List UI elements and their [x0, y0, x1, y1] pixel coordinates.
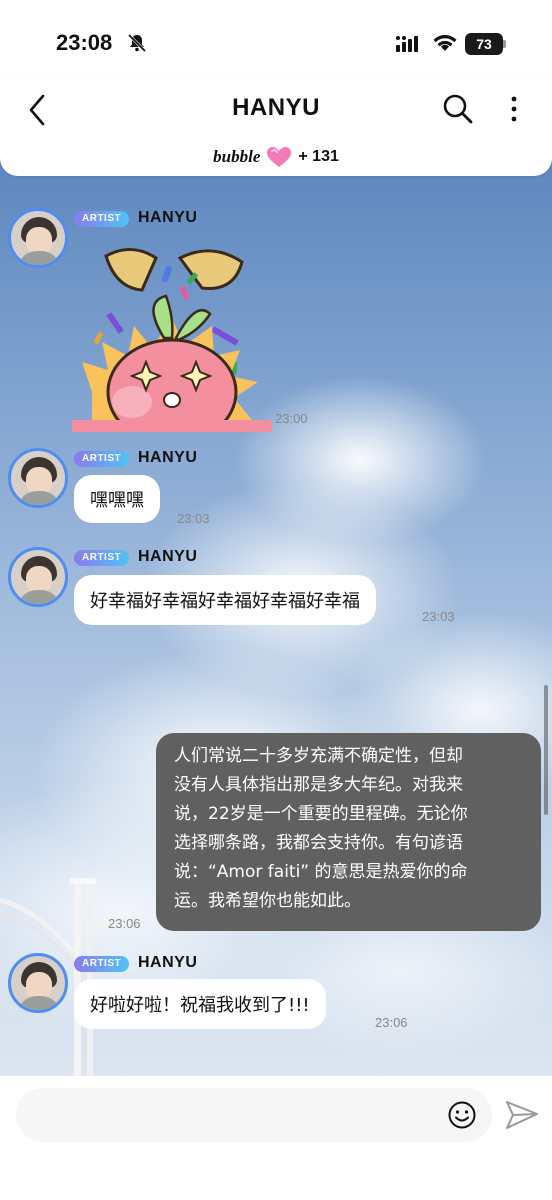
send-button[interactable]: [504, 1098, 540, 1132]
send-icon: [506, 1101, 538, 1129]
avatar[interactable]: [8, 448, 68, 508]
chat-header: HANYU bubble + 131: [0, 80, 552, 176]
more-button[interactable]: [506, 94, 522, 124]
heart-icon: [267, 147, 292, 167]
message-time: 23:00: [275, 411, 308, 426]
scrollbar[interactable]: [544, 685, 548, 815]
my-message-bubble[interactable]: 人们常说二十多岁充满不确定性，但却 没有人具体指出那是多大年纪。对我来 说，22…: [156, 733, 541, 931]
search-icon: [443, 94, 473, 124]
message-time: 23:06: [375, 1015, 408, 1030]
message-input[interactable]: [36, 1088, 436, 1142]
artist-badge: ARTIST: [74, 550, 130, 566]
message-bubble[interactable]: 嘿嘿嘿: [74, 475, 160, 523]
message-time: 23:03: [422, 609, 455, 624]
battery-indicator: 73: [465, 33, 503, 55]
status-bar: 23:08 73: [0, 0, 552, 80]
artist-badge: ARTIST: [74, 956, 130, 972]
avatar-body: [17, 590, 61, 604]
message-bubble[interactable]: 好啦好啦！祝福我收到了!!!: [74, 979, 326, 1029]
artist-badge: ARTIST: [74, 211, 130, 227]
avatar-body: [17, 491, 61, 505]
mute-bell-icon: [127, 33, 147, 57]
avatar-body: [17, 251, 61, 265]
message-time: 23:06: [108, 916, 141, 931]
chat-area[interactable]: ARTIST HANYU 23:00 ARTIST HANYU 嘿嘿嘿 23:0…: [0, 150, 552, 1076]
sender-name: HANYU: [138, 209, 198, 226]
bubble-logo: bubble: [213, 147, 261, 166]
signal-icon: [396, 34, 424, 56]
bubble-counter[interactable]: bubble + 131: [0, 146, 552, 168]
message-time: 23:03: [177, 511, 210, 526]
message-input-container[interactable]: [16, 1088, 492, 1142]
battery-tip: [503, 40, 506, 48]
avatar[interactable]: [8, 208, 68, 268]
emoji-button[interactable]: [447, 1100, 477, 1130]
avatar[interactable]: [8, 547, 68, 607]
avatar[interactable]: [8, 953, 68, 1013]
emoji-icon: [448, 1101, 476, 1129]
sender-name: HANYU: [138, 548, 198, 565]
sender-name: HANYU: [138, 954, 198, 971]
wifi-icon: [432, 33, 458, 57]
message-bubble[interactable]: 好幸福好幸福好幸福好幸福好幸福: [74, 575, 376, 625]
bubble-count: + 131: [298, 148, 339, 165]
celebration-sticker[interactable]: [72, 242, 272, 432]
status-time: 23:08: [56, 30, 113, 55]
search-button[interactable]: [442, 93, 474, 125]
sender-name: HANYU: [138, 449, 198, 466]
artist-badge: ARTIST: [74, 451, 130, 467]
more-icon: [511, 96, 517, 122]
input-bar: [0, 1076, 552, 1200]
